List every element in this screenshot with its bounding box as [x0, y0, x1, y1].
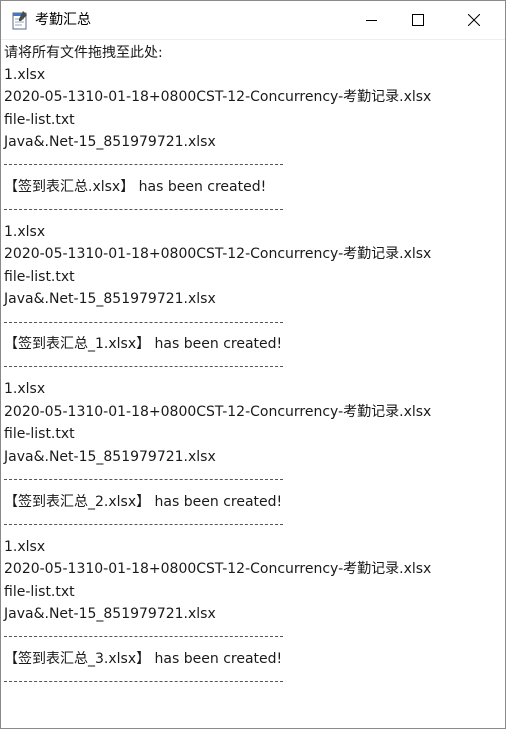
file-line: 2020-05-1310-01-18+0800CST-12-Concurrenc…: [4, 404, 432, 420]
minimize-button[interactable]: [349, 1, 395, 39]
separator: [4, 322, 283, 323]
file-line: file-list.txt: [4, 584, 75, 600]
file-line: 2020-05-1310-01-18+0800CST-12-Concurrenc…: [4, 89, 432, 105]
created-message: 【签到表汇总.xlsx】 has been created!: [4, 179, 267, 195]
file-line: file-list.txt: [4, 269, 75, 285]
separator: [4, 366, 283, 367]
title-bar[interactable]: 考勤汇总: [1, 1, 505, 39]
file-line: 1.xlsx: [4, 224, 46, 240]
close-button[interactable]: [451, 1, 497, 39]
minimize-icon: [366, 20, 377, 21]
created-message: 【签到表汇总_2.xlsx】 has been created!: [4, 494, 283, 510]
file-line: Java&.Net-15_851979721.xlsx: [4, 134, 216, 150]
file-line: file-list.txt: [4, 426, 75, 442]
file-line: Java&.Net-15_851979721.xlsx: [4, 291, 216, 307]
maximize-button[interactable]: [395, 1, 441, 39]
created-message: 【签到表汇总_3.xlsx】 has been created!: [4, 651, 283, 667]
file-line: 1.xlsx: [4, 539, 46, 555]
maximize-icon: [412, 14, 424, 26]
app-window: 考勤汇总 请将所有文件拖拽至此处: 1.xlsx 2020-05-1310-01…: [0, 0, 506, 729]
file-line: 1.xlsx: [4, 67, 46, 83]
separator: [4, 524, 283, 525]
file-line: Java&.Net-15_851979721.xlsx: [4, 606, 216, 622]
drop-prompt: 请将所有文件拖拽至此处:: [4, 45, 163, 61]
close-icon: [468, 14, 480, 26]
separator: [4, 636, 283, 637]
window-title: 考勤汇总: [35, 12, 91, 28]
separator: [4, 164, 283, 165]
file-line: Java&.Net-15_851979721.xlsx: [4, 449, 216, 465]
file-line: 2020-05-1310-01-18+0800CST-12-Concurrenc…: [4, 561, 432, 577]
drop-area[interactable]: 请将所有文件拖拽至此处: 1.xlsx 2020-05-1310-01-18+0…: [1, 39, 505, 728]
separator: [4, 681, 283, 682]
file-line: 1.xlsx: [4, 381, 46, 397]
separator: [4, 479, 283, 480]
file-line: file-list.txt: [4, 112, 75, 128]
file-line: 2020-05-1310-01-18+0800CST-12-Concurrenc…: [4, 246, 432, 262]
separator: [4, 209, 283, 210]
notepad-app-icon: [11, 10, 29, 30]
created-message: 【签到表汇总_1.xlsx】 has been created!: [4, 336, 283, 352]
